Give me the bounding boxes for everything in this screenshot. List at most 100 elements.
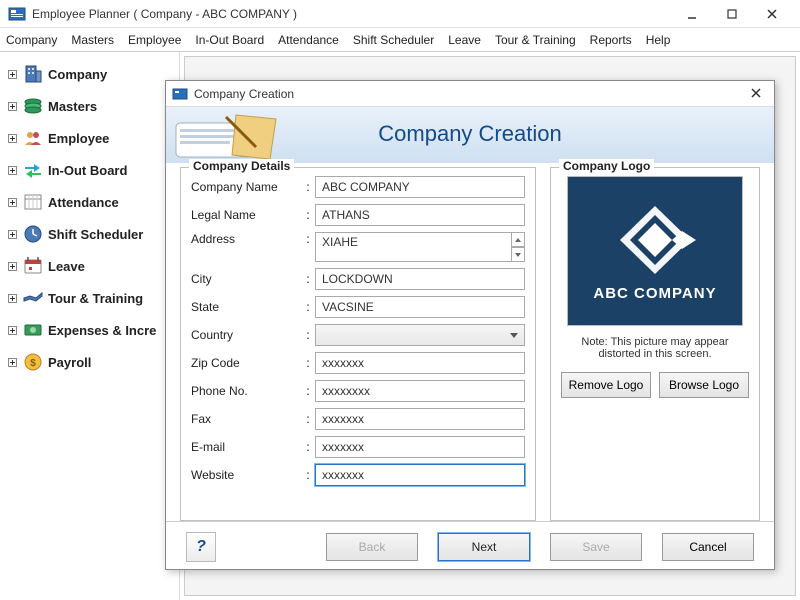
expand-icon[interactable]: [6, 100, 18, 112]
close-button[interactable]: [752, 2, 792, 26]
logo-mark-icon: [610, 201, 700, 279]
company-logo-fieldset: Company Logo ABC COMPANY Note: This pict…: [550, 167, 760, 521]
sidebar-item-in-out-board[interactable]: In-Out Board: [4, 154, 175, 186]
expand-icon[interactable]: [6, 164, 18, 176]
menu-in-out-board[interactable]: In-Out Board: [195, 33, 264, 47]
menu-reports[interactable]: Reports: [590, 33, 632, 47]
company-creation-dialog: Company Creation Company Creation Compan…: [165, 80, 775, 570]
save-button[interactable]: Save: [550, 533, 642, 561]
remove-logo-button[interactable]: Remove Logo: [561, 372, 651, 398]
fieldset-legend: Company Details: [189, 159, 294, 173]
label-fax: Fax: [191, 412, 301, 426]
shift-icon: [22, 223, 44, 245]
tour-icon: [22, 287, 44, 309]
menu-shift-scheduler[interactable]: Shift Scheduler: [353, 33, 434, 47]
sidebar: Company Masters Employee In-Out Board At…: [0, 52, 180, 600]
sidebar-label: Employee: [48, 131, 109, 146]
sidebar-label: Attendance: [48, 195, 119, 210]
sidebar-item-expenses[interactable]: Expenses & Incre: [4, 314, 175, 346]
expand-icon[interactable]: [6, 260, 18, 272]
attendance-icon: [22, 191, 44, 213]
sidebar-label: Payroll: [48, 355, 91, 370]
leave-icon: [22, 255, 44, 277]
sidebar-label: Leave: [48, 259, 85, 274]
browse-logo-button[interactable]: Browse Logo: [659, 372, 749, 398]
menubar: Company Masters Employee In-Out Board At…: [0, 28, 800, 52]
in-out-icon: [22, 159, 44, 181]
menu-employee[interactable]: Employee: [128, 33, 181, 47]
payroll-icon: $: [22, 351, 44, 373]
sidebar-item-company[interactable]: Company: [4, 58, 175, 90]
expand-icon[interactable]: [6, 292, 18, 304]
expand-icon[interactable]: [6, 68, 18, 80]
menu-attendance[interactable]: Attendance: [278, 33, 339, 47]
expand-icon[interactable]: [6, 228, 18, 240]
maximize-button[interactable]: [712, 2, 752, 26]
logo-text: ABC COMPANY: [593, 285, 716, 302]
label-legal-name: Legal Name: [191, 208, 301, 222]
input-company-name[interactable]: [315, 176, 525, 198]
window-titlebar: Employee Planner ( Company - ABC COMPANY…: [0, 0, 800, 28]
expenses-icon: [22, 319, 44, 341]
back-button[interactable]: Back: [326, 533, 418, 561]
sidebar-item-shift-scheduler[interactable]: Shift Scheduler: [4, 218, 175, 250]
label-state: State: [191, 300, 301, 314]
dialog-footer: ? Back Next Save Cancel: [166, 521, 774, 571]
company-details-fieldset: Company Details Company Name : Legal Nam…: [180, 167, 536, 521]
dialog-titlebar: Company Creation: [166, 81, 774, 107]
address-scroll[interactable]: [511, 232, 525, 262]
label-zip: Zip Code: [191, 356, 301, 370]
label-address: Address: [191, 232, 301, 246]
logo-note: Note: This picture may appear distorted …: [565, 336, 745, 360]
input-email[interactable]: [315, 436, 525, 458]
dialog-icon: [172, 86, 188, 102]
sidebar-label: Company: [48, 67, 107, 82]
sidebar-label: Tour & Training: [48, 291, 143, 306]
menu-tour-training[interactable]: Tour & Training: [495, 33, 576, 47]
select-country[interactable]: [315, 324, 525, 346]
sidebar-label: In-Out Board: [48, 163, 127, 178]
input-zip[interactable]: [315, 352, 525, 374]
help-button[interactable]: ?: [186, 532, 216, 562]
sidebar-item-leave[interactable]: Leave: [4, 250, 175, 282]
next-button[interactable]: Next: [438, 533, 530, 561]
menu-masters[interactable]: Masters: [71, 33, 114, 47]
sidebar-item-payroll[interactable]: $ Payroll: [4, 346, 175, 378]
expand-icon[interactable]: [6, 132, 18, 144]
label-country: Country: [191, 328, 301, 342]
menu-company[interactable]: Company: [6, 33, 57, 47]
input-address[interactable]: [315, 232, 512, 262]
menu-help[interactable]: Help: [646, 33, 671, 47]
input-state[interactable]: [315, 296, 525, 318]
input-city[interactable]: [315, 268, 525, 290]
label-website: Website: [191, 468, 301, 482]
company-icon: [22, 63, 44, 85]
input-legal-name[interactable]: [315, 204, 525, 226]
app-icon: [8, 5, 26, 23]
menu-leave[interactable]: Leave: [448, 33, 481, 47]
input-phone[interactable]: [315, 380, 525, 402]
sidebar-label: Expenses & Incre: [48, 323, 156, 338]
sidebar-item-employee[interactable]: Employee: [4, 122, 175, 154]
sidebar-item-masters[interactable]: Masters: [4, 90, 175, 122]
input-website[interactable]: [315, 464, 525, 486]
label-company-name: Company Name: [191, 180, 301, 194]
cancel-button[interactable]: Cancel: [662, 533, 754, 561]
expand-icon[interactable]: [6, 356, 18, 368]
sidebar-label: Shift Scheduler: [48, 227, 143, 242]
masters-icon: [22, 95, 44, 117]
label-city: City: [191, 272, 301, 286]
dialog-title: Company Creation: [194, 87, 744, 101]
sidebar-item-attendance[interactable]: Attendance: [4, 186, 175, 218]
expand-icon[interactable]: [6, 196, 18, 208]
input-fax[interactable]: [315, 408, 525, 430]
label-phone: Phone No.: [191, 384, 301, 398]
sidebar-item-tour-training[interactable]: Tour & Training: [4, 282, 175, 314]
logo-preview: ABC COMPANY: [567, 176, 743, 326]
label-email: E-mail: [191, 440, 301, 454]
sidebar-label: Masters: [48, 99, 97, 114]
fieldset-legend: Company Logo: [559, 159, 654, 173]
dialog-close-button[interactable]: [744, 86, 768, 102]
expand-icon[interactable]: [6, 324, 18, 336]
minimize-button[interactable]: [672, 2, 712, 26]
